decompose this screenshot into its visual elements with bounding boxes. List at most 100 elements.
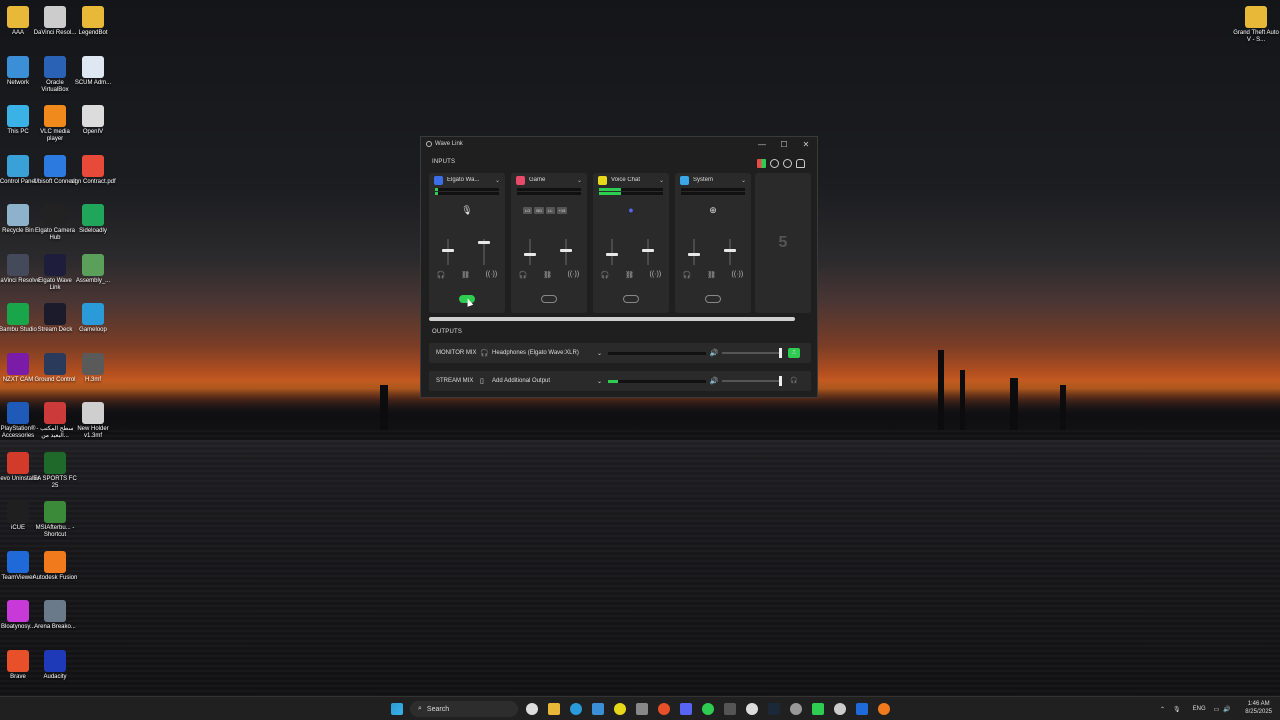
channel-effects-toggle[interactable] (623, 295, 639, 303)
chrome-icon[interactable] (614, 703, 626, 715)
output-device-dropdown[interactable]: 🎧 Headphones (Elgato Wave:XLR) ⌄ (480, 349, 602, 357)
speaker-mute-icon[interactable]: 🔊 (706, 349, 722, 357)
channel-effects-toggle[interactable] (541, 295, 557, 303)
speaker-mute-icon[interactable]: 🔊 (706, 377, 722, 385)
channel-source-dropdown[interactable]: System ⌄ (675, 173, 751, 187)
monitor-listen-icon[interactable]: ⎍ (788, 348, 800, 358)
stream-volume-fader[interactable] (560, 239, 572, 265)
settings-gear-icon[interactable] (783, 159, 792, 168)
chevron-down-icon: ⌄ (576, 177, 582, 184)
desktop-app-icon (7, 402, 29, 424)
desktop-app-icon (44, 6, 66, 28)
minimize-button[interactable]: — (751, 140, 773, 149)
marketplace-icon[interactable] (770, 159, 779, 168)
monitor-volume-fader[interactable] (688, 239, 700, 265)
channel-effects-toggle[interactable] (705, 295, 721, 303)
effect-chip[interactable]: LL (546, 207, 555, 214)
desktop-icon[interactable]: Grand Theft Auto V - S... (1233, 6, 1279, 44)
desktop-app-icon (7, 253, 29, 276)
desktop-icon[interactable]: Audacity (32, 649, 78, 681)
link-icon[interactable]: ⛓ (707, 271, 716, 279)
channels-scrollbar[interactable] (429, 317, 795, 321)
channel-source-dropdown[interactable]: Game ⌄ (511, 173, 587, 187)
desktop-icon[interactable]: SCUM Adm... (70, 55, 116, 87)
desktop-icon[interactable]: OpenIV (70, 105, 116, 136)
teamviewer-icon[interactable] (856, 703, 868, 715)
channel-source-dropdown[interactable]: Voice Chat ⌄ (593, 173, 669, 187)
edge-icon[interactable] (570, 703, 582, 715)
brave-icon[interactable] (658, 703, 670, 715)
microphone-icon[interactable]: 🎙 (1173, 706, 1181, 713)
windows-start-icon[interactable] (391, 703, 403, 715)
language-indicator[interactable]: ENG (1193, 706, 1206, 712)
desktop-icon[interactable]: MSIAfterbu... - Shortcut (32, 501, 78, 539)
channel-controls: 🎧 ⛓ ((·)) (429, 271, 505, 279)
title-bar[interactable]: Wave Link — ☐ ✕ (421, 137, 817, 151)
channel-color-icon (434, 175, 443, 185)
output-volume-slider[interactable] (722, 348, 782, 358)
monitor-listen-icon[interactable]: 🎧 (788, 376, 800, 386)
desktop-icon[interactable]: Autodesk Fusion (32, 550, 78, 582)
headphones-icon[interactable]: 🎧 (601, 271, 610, 279)
file-explorer-icon[interactable] (548, 703, 560, 715)
maximize-button[interactable]: ☐ (773, 140, 795, 149)
chevron-up-icon[interactable]: ⌃ (1160, 706, 1165, 713)
add-channel-slot[interactable]: 5 (755, 173, 811, 313)
grid-icon[interactable] (757, 159, 766, 168)
link-icon[interactable]: ⛓ (461, 271, 470, 279)
desktop-icon[interactable]: EA SPORTS FC 25 (32, 451, 78, 490)
discord-icon[interactable]: ● (593, 205, 669, 215)
copilot-icon[interactable] (526, 703, 538, 715)
clock[interactable]: 1:46 AM 8/25/2025 (1245, 700, 1272, 716)
monitor-volume-fader[interactable] (524, 239, 536, 265)
close-button[interactable]: ✕ (795, 140, 817, 149)
desktop-icon[interactable]: New Holder v1.3mf (70, 402, 116, 440)
stream-volume-fader[interactable] (724, 239, 736, 265)
output-volume-slider[interactable] (722, 376, 782, 386)
desktop-app-icon (7, 303, 29, 325)
broadcast-icon[interactable]: ((·)) (568, 271, 580, 279)
headphones-icon[interactable]: 🎧 (683, 271, 692, 279)
desktop-icon-label: MSIAfterbu... - Shortcut (35, 525, 75, 538)
user-account-icon[interactable] (796, 159, 805, 168)
effect-chip[interactable]: LG (523, 207, 533, 214)
effect-chip[interactable]: BG (534, 207, 545, 214)
desktop-icon[interactable]: H.3mf (70, 352, 116, 384)
steam-icon[interactable] (768, 703, 780, 715)
link-icon[interactable]: ⛓ (625, 271, 634, 279)
discord-icon[interactable] (680, 703, 692, 715)
stream-volume-fader[interactable] (642, 239, 654, 265)
output-device-dropdown[interactable]: ▯ Add Additional Output ⌄ (480, 377, 602, 385)
desktop-icon[interactable]: Arena Breako... (32, 600, 78, 631)
monitor-volume-fader[interactable] (606, 239, 618, 265)
headphones-icon[interactable]: 🎧 (437, 271, 446, 279)
monitor-volume-fader[interactable] (442, 239, 454, 265)
effect-chip[interactable]: +15 (556, 207, 568, 214)
headphones-icon[interactable]: 🎧 (519, 271, 528, 279)
desktop-icon[interactable]: LegendBot (70, 6, 116, 37)
calculator-icon[interactable] (724, 703, 736, 715)
network-icon[interactable]: ▭ (1214, 706, 1220, 713)
broadcast-icon[interactable]: ((·)) (650, 271, 662, 279)
calendar-icon[interactable] (834, 703, 846, 715)
channel-source-dropdown[interactable]: Elgato Wa... ⌄ (429, 173, 505, 187)
broadcast-icon[interactable]: ((·)) (486, 271, 498, 279)
xbox-icon[interactable] (702, 703, 714, 715)
bambu-icon[interactable] (812, 703, 824, 715)
wave-link-taskbar-icon[interactable] (746, 703, 758, 715)
desktop-icon[interactable]: Sideloadly (70, 204, 116, 235)
volume-icon[interactable]: 🔊 (1223, 706, 1230, 713)
store-icon[interactable] (592, 703, 604, 715)
system-add-icon[interactable]: ⊕ (675, 205, 751, 216)
broadcast-icon[interactable]: ((·)) (732, 271, 744, 279)
stream-volume-fader[interactable] (478, 239, 490, 265)
taskbar-search[interactable]: ⌕ Search (410, 701, 518, 717)
obs-icon[interactable] (790, 703, 802, 715)
microphone-icon[interactable]: 🎙 (429, 205, 505, 216)
firefox-icon[interactable] (878, 703, 890, 715)
link-icon[interactable]: ⛓ (543, 271, 552, 279)
settings-icon[interactable] (636, 703, 648, 715)
desktop-icon[interactable]: Gameloop (70, 303, 116, 334)
desktop-icon[interactable]: Assembly_... (70, 253, 116, 285)
desktop-icon[interactable]: sign Contract.pdf (70, 154, 116, 186)
